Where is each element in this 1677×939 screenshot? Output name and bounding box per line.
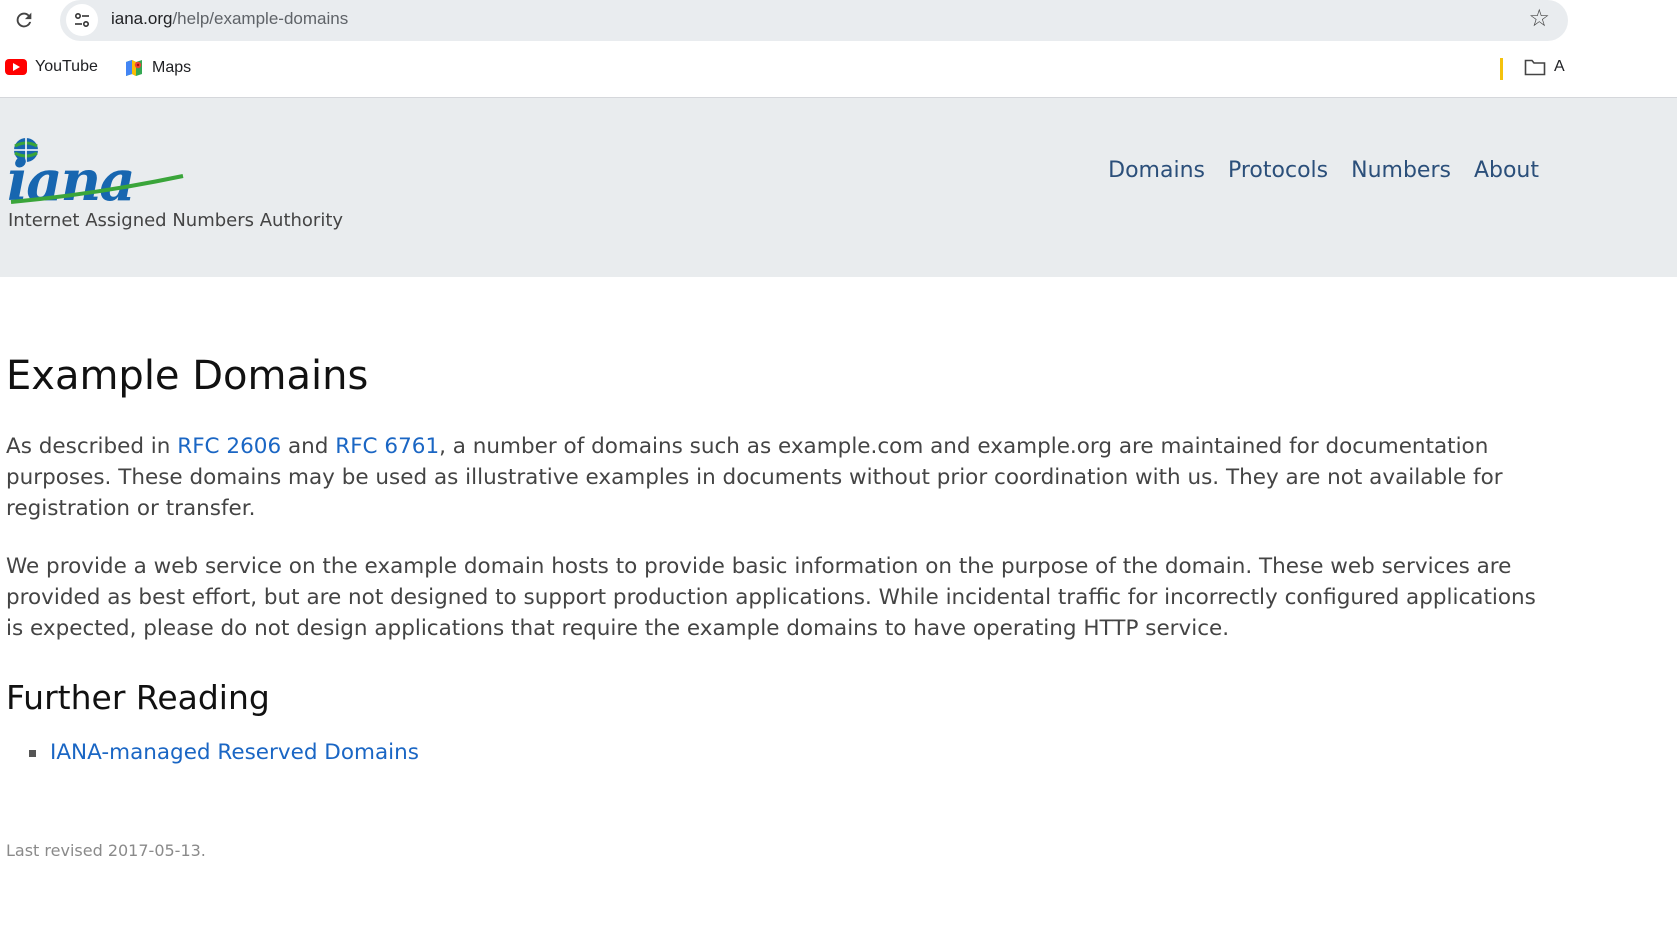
- bookmark-maps[interactable]: Maps: [124, 58, 191, 78]
- youtube-icon: [5, 59, 27, 75]
- nav-domains[interactable]: Domains: [1108, 158, 1205, 183]
- service-paragraph: We provide a web service on the example …: [6, 554, 1536, 641]
- page-title: Example Domains: [6, 353, 369, 399]
- bookmarks-divider: [1500, 58, 1503, 80]
- bookmarks-bar: YouTube Maps A: [0, 44, 1677, 98]
- bookmark-label: YouTube: [35, 58, 98, 75]
- folder-label: A: [1554, 58, 1565, 75]
- address-bar[interactable]: iana.org/help/example-domains ☆: [60, 0, 1568, 41]
- nav-protocols[interactable]: Protocols: [1228, 158, 1328, 183]
- bookmark-folder[interactable]: A: [1524, 58, 1565, 76]
- site-info-icon[interactable]: [66, 4, 98, 36]
- browser-toolbar: iana.org/help/example-domains ☆: [0, 0, 1677, 44]
- rfc-2606-link[interactable]: RFC 2606: [177, 434, 281, 459]
- bookmark-star-icon[interactable]: ☆: [1528, 4, 1550, 32]
- nav-numbers[interactable]: Numbers: [1351, 158, 1451, 183]
- list-item: IANA-managed Reserved Domains: [6, 738, 1546, 768]
- intro-paragraph: As described in RFC 2606 and RFC 6761, a…: [6, 431, 1546, 524]
- intro-text-1: As described in: [6, 434, 178, 459]
- reload-icon[interactable]: [10, 6, 38, 34]
- main-nav: Domains Protocols Numbers About: [1108, 158, 1539, 183]
- maps-icon: [126, 60, 142, 76]
- reserved-domains-link[interactable]: IANA-managed Reserved Domains: [50, 738, 419, 768]
- url-text[interactable]: iana.org/help/example-domains: [111, 9, 348, 29]
- bullet-icon: [29, 749, 36, 757]
- rfc-6761-link[interactable]: RFC 6761: [335, 434, 439, 459]
- url-path: /help/example-domains: [172, 9, 349, 28]
- bookmark-youtube[interactable]: YouTube: [5, 58, 98, 76]
- nav-about[interactable]: About: [1474, 158, 1539, 183]
- iana-logo-mark: iana: [7, 138, 184, 206]
- further-reading-list: IANA-managed Reserved Domains: [6, 738, 1546, 768]
- folder-icon: [1524, 59, 1546, 76]
- bookmark-label: Maps: [152, 59, 192, 76]
- further-reading-heading: Further Reading: [6, 678, 270, 717]
- last-revised: Last revised 2017-05-13.: [6, 841, 206, 860]
- site-header: iana Internet Assigned Numbers Authority…: [0, 98, 1677, 277]
- logo-tagline: Internet Assigned Numbers Authority: [8, 210, 344, 231]
- url-host: iana.org: [111, 9, 173, 28]
- main-content: Example Domains As described in RFC 2606…: [6, 350, 1546, 768]
- iana-logo[interactable]: iana Internet Assigned Numbers Authority: [7, 136, 347, 236]
- intro-text-2: and: [281, 434, 336, 459]
